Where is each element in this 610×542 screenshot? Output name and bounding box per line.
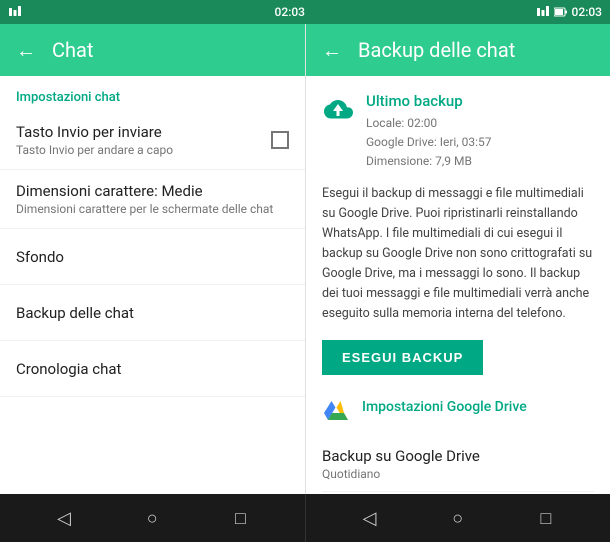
right-content: Ultimo backup Locale: 02:00 Google Drive… — [306, 76, 610, 494]
last-backup-locale: Locale: 02:00 — [366, 114, 492, 133]
last-backup-title: Ultimo backup — [366, 92, 492, 110]
status-bar-left: 02:03 — [8, 0, 305, 24]
left-nav: ◁ ○ □ — [0, 494, 305, 542]
menu-item-sfondo[interactable]: Sfondo — [0, 229, 305, 285]
gdrive-items: Backup su Google Drive Quotidiano Accoun… — [322, 437, 594, 494]
gdrive-item-backup-su[interactable]: Backup su Google Drive Quotidiano — [322, 437, 594, 492]
left-recents-nav-icon[interactable]: □ — [224, 502, 256, 534]
bottom-nav: ◁ ○ □ ◁ ○ □ — [0, 494, 610, 542]
right-nav: ◁ ○ □ — [306, 494, 610, 542]
menu-item-cronologia[interactable]: Cronologia chat — [0, 341, 305, 397]
menu-item-tasto-invio[interactable]: Tasto Invio per inviare Tasto Invio per … — [0, 111, 305, 170]
menu-item-dimensioni[interactable]: Dimensioni carattere: Medie Dimensioni c… — [0, 170, 305, 229]
last-backup-section: Ultimo backup Locale: 02:00 Google Drive… — [322, 92, 594, 172]
menu-item-tasto-invio-title: Tasto Invio per inviare — [16, 123, 271, 141]
execute-backup-button[interactable]: ESEGUI BACKUP — [322, 340, 483, 375]
menu-item-backup[interactable]: Backup delle chat — [0, 285, 305, 341]
left-toolbar-title: Chat — [52, 38, 93, 62]
last-backup-info: Ultimo backup Locale: 02:00 Google Drive… — [366, 92, 492, 172]
gdrive-icon — [322, 395, 350, 429]
chat-settings-header: Impostazioni chat — [0, 76, 305, 111]
left-content: Impostazioni chat Tasto Invio per inviar… — [0, 76, 305, 494]
right-back-button[interactable]: ← — [322, 38, 342, 63]
right-recents-nav-icon[interactable]: □ — [530, 502, 562, 534]
last-backup-size: Dimensione: 7,9 MB — [366, 152, 492, 171]
left-back-button[interactable]: ← — [16, 38, 36, 63]
menu-item-tasto-invio-text: Tasto Invio per inviare Tasto Invio per … — [16, 123, 271, 157]
left-panel: ← Chat Impostazioni chat Tasto Invio per… — [0, 24, 305, 494]
menu-item-backup-title: Backup delle chat — [16, 304, 289, 322]
menu-item-sfondo-text: Sfondo — [16, 248, 289, 266]
menu-item-tasto-invio-subtitle: Tasto Invio per andare a capo — [16, 143, 271, 157]
left-toolbar: ← Chat — [0, 24, 305, 76]
status-bar: 02:03 02:03 — [0, 0, 610, 24]
left-time: 02:03 — [275, 5, 305, 19]
cloud-upload-icon — [322, 92, 354, 130]
right-time: 02:03 — [572, 5, 602, 19]
backup-description: Esegui il backup di messaggi e file mult… — [322, 184, 594, 324]
last-backup-gdrive: Google Drive: Ieri, 03:57 — [366, 133, 492, 152]
gdrive-title: Impostazioni Google Drive — [362, 395, 527, 415]
left-status-icons — [8, 5, 22, 19]
right-home-nav-icon[interactable]: ○ — [442, 502, 474, 534]
left-home-nav-icon[interactable]: ○ — [136, 502, 168, 534]
right-back-nav-icon[interactable]: ◁ — [354, 502, 386, 534]
menu-item-dimensioni-title: Dimensioni carattere: Medie — [16, 182, 289, 200]
gdrive-item-backup-su-subtitle: Quotidiano — [322, 467, 594, 481]
gdrive-section: Impostazioni Google Drive — [322, 395, 594, 429]
menu-item-dimensioni-subtitle: Dimensioni carattere per le schermate de… — [16, 202, 289, 216]
right-toolbar: ← Backup delle chat — [306, 24, 610, 76]
menu-item-cronologia-title: Cronologia chat — [16, 360, 289, 378]
menu-item-sfondo-title: Sfondo — [16, 248, 289, 266]
tasto-invio-checkbox[interactable] — [271, 131, 289, 149]
menu-item-dimensioni-text: Dimensioni carattere: Medie Dimensioni c… — [16, 182, 289, 216]
status-bar-right: 02:03 — [305, 0, 602, 24]
menu-item-cronologia-text: Cronologia chat — [16, 360, 289, 378]
left-back-nav-icon[interactable]: ◁ — [48, 502, 80, 534]
right-panel: ← Backup delle chat Ultimo backup Locale… — [305, 24, 610, 494]
panels: ← Chat Impostazioni chat Tasto Invio per… — [0, 24, 610, 494]
gdrive-item-backup-su-title: Backup su Google Drive — [322, 447, 594, 465]
menu-item-backup-text: Backup delle chat — [16, 304, 289, 322]
right-toolbar-title: Backup delle chat — [358, 38, 515, 62]
